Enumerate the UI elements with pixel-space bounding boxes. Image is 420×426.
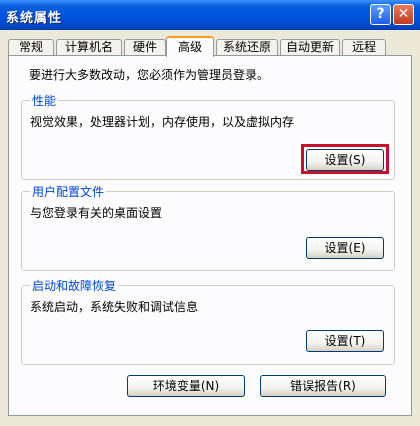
advanced-tab-panel: 要进行大多数改动，您必须作为管理员登录。 性能 视觉效果，处理器计划，内存使用，…: [8, 55, 412, 416]
tab-system-restore[interactable]: 系统还原: [216, 39, 278, 56]
tab-hardware[interactable]: 硬件: [124, 39, 166, 56]
tab-general[interactable]: 常规: [8, 39, 54, 56]
tab-advanced[interactable]: 高级: [166, 36, 214, 57]
user-profiles-settings-button[interactable]: 设置(E): [306, 237, 384, 259]
user-profiles-group: 用户配置文件 与您登录有关的桌面设置 设置(E): [21, 183, 395, 271]
admin-notice: 要进行大多数改动，您必须作为管理员登录。: [29, 68, 270, 82]
error-reporting-button[interactable]: 错误报告(R): [260, 375, 386, 397]
startup-recovery-group-title: 启动和故障恢复: [30, 277, 119, 294]
user-profiles-description: 与您登录有关的桌面设置: [30, 206, 163, 220]
startup-recovery-description: 系统启动，系统失败和调试信息: [30, 300, 199, 314]
performance-group-title: 性能: [30, 92, 59, 109]
performance-settings-button[interactable]: 设置(S): [306, 149, 384, 171]
help-icon[interactable]: ?: [370, 4, 391, 25]
tab-strip: 常规 计算机名 硬件 高级 系统还原 自动更新 远程: [8, 36, 412, 57]
environment-variables-button[interactable]: 环境变量(N): [127, 375, 245, 397]
startup-recovery-settings-button[interactable]: 设置(T): [306, 330, 384, 352]
performance-description: 视觉效果，处理器计划，内存使用，以及虚拟内存: [30, 115, 295, 129]
system-properties-window: 系统属性 ? ✕ 常规 计算机名 硬件 高级 系统还原 自动更新 远程 要进行大…: [0, 0, 420, 426]
close-icon[interactable]: ✕: [393, 4, 414, 25]
tab-computer-name[interactable]: 计算机名: [56, 39, 122, 56]
title-bar[interactable]: 系统属性 ? ✕: [0, 0, 420, 30]
startup-recovery-group: 启动和故障恢复 系统启动，系统失败和调试信息 设置(T): [21, 277, 395, 365]
performance-group: 性能 视觉效果，处理器计划，内存使用，以及虚拟内存 设置(S): [21, 92, 395, 180]
window-title: 系统属性: [6, 11, 63, 26]
tab-remote[interactable]: 远程: [342, 39, 386, 56]
user-profiles-group-title: 用户配置文件: [30, 183, 107, 200]
tab-automatic-updates[interactable]: 自动更新: [280, 39, 340, 56]
